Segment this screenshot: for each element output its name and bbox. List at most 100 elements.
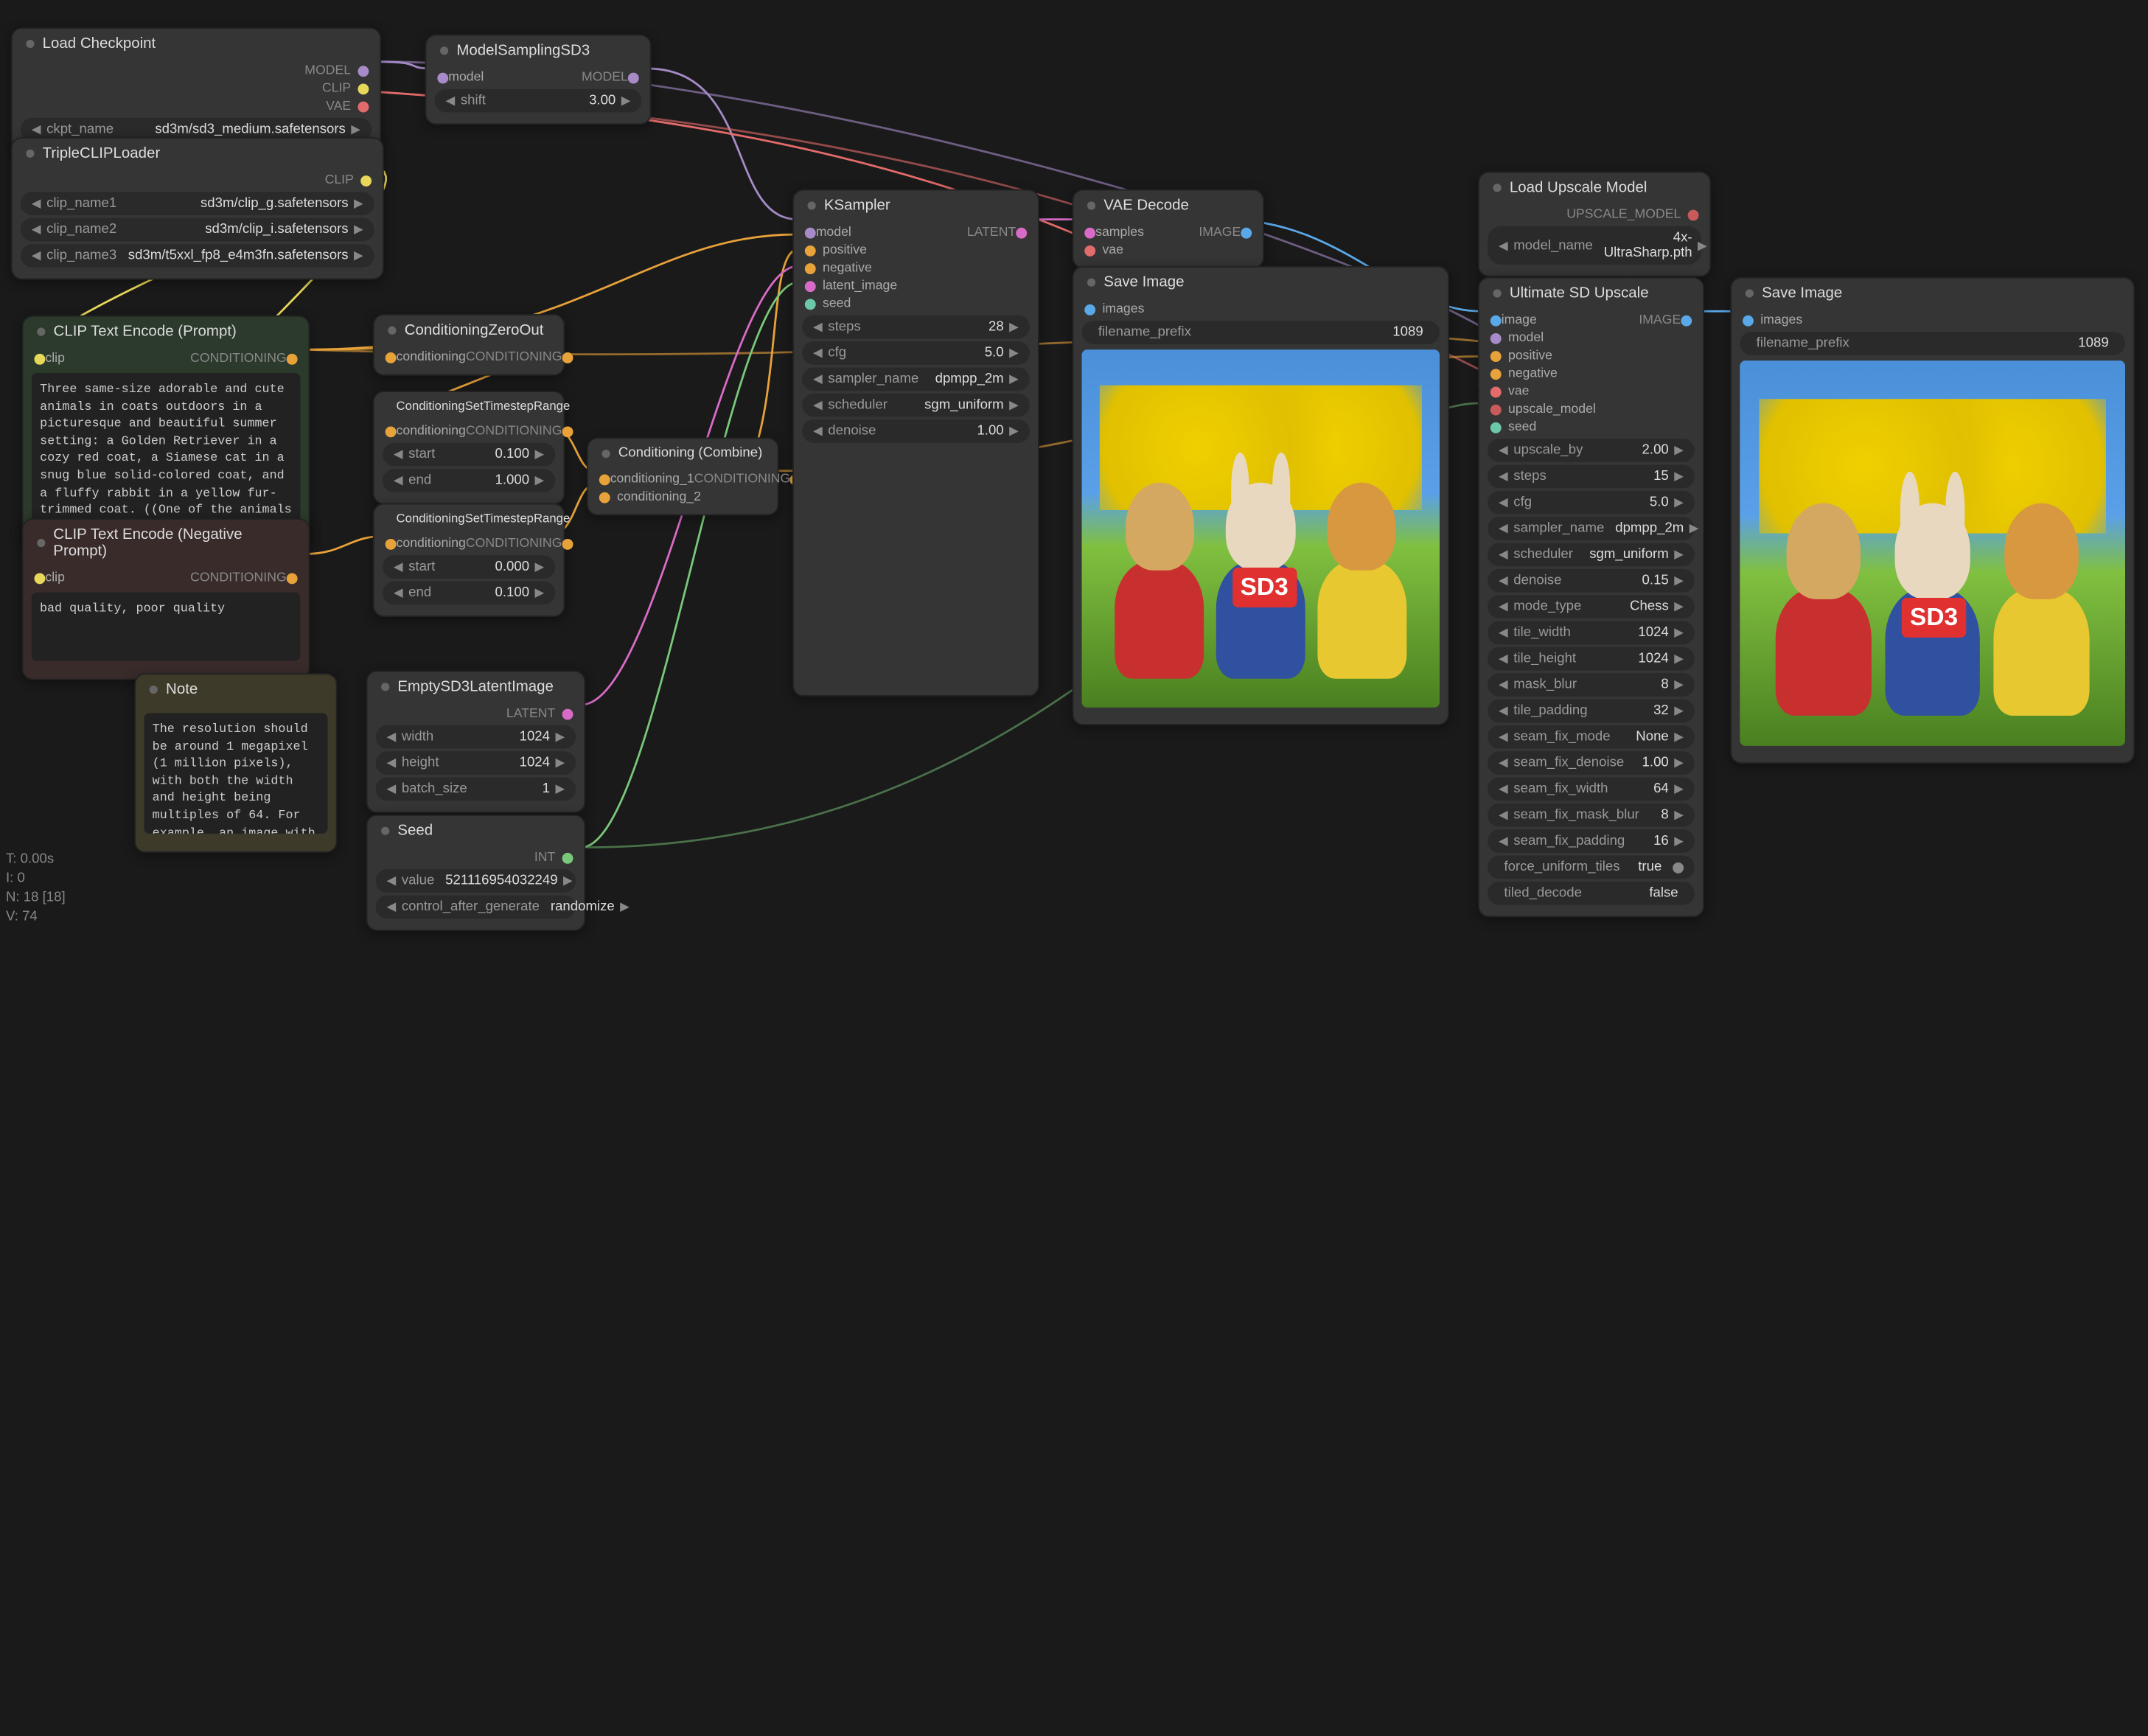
widget-seam-fix-denoise[interactable]: ◀seam_fix_denoise1.00▶ (1488, 751, 1695, 775)
negative-prompt-textarea[interactable] (32, 593, 301, 661)
node-clip-text-encode-negative[interactable]: CLIP Text Encode (Negative Prompt) clipC… (22, 518, 310, 680)
note-textarea[interactable] (144, 713, 327, 833)
toggle-icon[interactable] (1673, 862, 1684, 873)
collapse-icon[interactable] (37, 328, 45, 336)
input-vae[interactable]: vae (1479, 383, 1703, 400)
node-load-checkpoint[interactable]: Load Checkpoint MODEL CLIP VAE ◀ckpt_nam… (11, 27, 381, 153)
collapse-icon[interactable] (808, 201, 816, 209)
widget-clip3[interactable]: ◀clip_name3sd3m/t5xxl_fp8_e4m3fn.safeten… (21, 244, 374, 268)
io-clip-cond[interactable]: clipCONDITIONING (24, 569, 309, 587)
widget-value[interactable]: ◀value521116954032249▶ (376, 869, 576, 893)
collapse-icon[interactable] (1493, 184, 1502, 192)
input-model[interactable]: model (1479, 329, 1703, 346)
widget-model-name[interactable]: ◀model_name4x-UltraSharp.pth▶ (1488, 226, 1701, 265)
node-load-upscale-model[interactable]: Load Upscale Model UPSCALE_MODEL ◀model_… (1478, 172, 1711, 277)
widget-height[interactable]: ◀height1024▶ (376, 751, 576, 775)
widget-end[interactable]: ◀end0.100▶ (383, 582, 555, 605)
widget-seam-fix-padding[interactable]: ◀seam_fix_padding16▶ (1488, 829, 1695, 853)
input-seed[interactable]: seed (794, 295, 1038, 313)
widget-sampler[interactable]: ◀sampler_namedpmpp_2m▶ (1488, 517, 1695, 540)
collapse-icon[interactable] (440, 46, 448, 55)
widget-tile-padding[interactable]: ◀tile_padding32▶ (1488, 700, 1695, 723)
widget-width[interactable]: ◀width1024▶ (376, 725, 576, 749)
node-header[interactable]: ModelSamplingSD3 (426, 35, 649, 66)
chevron-right-icon[interactable]: ▶ (351, 122, 360, 137)
widget-upscale-by[interactable]: ◀upscale_by2.00▶ (1488, 439, 1695, 462)
io-c2[interactable]: conditioning_2 (588, 488, 778, 506)
node-conditioning-timestep-2[interactable]: ConditioningSetTimestepRange conditionin… (373, 503, 565, 617)
node-header[interactable]: Ultimate SD Upscale (1479, 279, 1703, 309)
node-header[interactable]: EmptySD3LatentImage (367, 672, 584, 702)
node-empty-sd3-latent[interactable]: EmptySD3LatentImage LATENT ◀width1024▶ ◀… (366, 671, 586, 813)
node-header[interactable]: Load Checkpoint (13, 29, 380, 59)
node-header[interactable]: Seed (367, 816, 584, 846)
node-header[interactable]: VAE Decode (1073, 191, 1263, 221)
widget-seam-fix-width[interactable]: ◀seam_fix_width64▶ (1488, 778, 1695, 801)
output-upscale-model[interactable]: UPSCALE_MODEL (1479, 206, 1709, 223)
collapse-icon[interactable] (388, 327, 396, 335)
widget-steps[interactable]: ◀steps15▶ (1488, 465, 1695, 489)
widget-clip1[interactable]: ◀clip_name1sd3m/clip_g.safetensors▶ (21, 192, 374, 215)
output-clip[interactable]: CLIP (13, 172, 383, 189)
node-model-sampling-sd3[interactable]: ModelSamplingSD3 modelMODEL ◀shift3.00▶ (425, 35, 652, 125)
node-header[interactable]: ConditioningSetTimestepRange (374, 504, 564, 531)
io-conditioning[interactable]: conditioningCONDITIONING (374, 534, 564, 552)
node-header[interactable]: CLIP Text Encode (Prompt) (24, 317, 309, 347)
node-header[interactable]: TripleCLIPLoader (13, 139, 383, 169)
node-triple-clip-loader[interactable]: TripleCLIPLoader CLIP ◀clip_name1sd3m/cl… (11, 137, 384, 279)
collapse-icon[interactable] (1087, 201, 1095, 209)
input-positive[interactable]: positive (794, 241, 1038, 259)
node-ultimate-sd-upscale[interactable]: Ultimate SD Upscale imageIMAGE model pos… (1478, 277, 1704, 918)
input-upscale-model[interactable]: upscale_model (1479, 400, 1703, 418)
node-save-image-2[interactable]: Save Image images filename_prefix1089 SD… (1730, 277, 2135, 764)
widget-ctrl[interactable]: ◀control_after_generaterandomize▶ (376, 896, 576, 919)
widget-tiled-decode[interactable]: tiled_decodefalse (1488, 882, 1695, 905)
output-clip[interactable]: CLIP (13, 80, 380, 97)
prompt-textarea[interactable] (32, 373, 301, 528)
io-clip-cond[interactable]: clipCONDITIONING (24, 349, 309, 367)
node-header[interactable]: ConditioningSetTimestepRange (374, 392, 564, 419)
widget-shift[interactable]: ◀shift3.00▶ (435, 89, 642, 113)
widget-denoise[interactable]: ◀denoise0.15▶ (1488, 569, 1695, 593)
io-model[interactable]: modelMODEL (426, 69, 649, 86)
collapse-icon[interactable] (602, 449, 610, 457)
widget-mask-blur[interactable]: ◀mask_blur8▶ (1488, 673, 1695, 697)
output-latent[interactable]: LATENT (367, 705, 584, 722)
node-conditioning-timestep-1[interactable]: ConditioningSetTimestepRange conditionin… (373, 391, 565, 504)
widget-prefix[interactable]: filename_prefix1089 (1082, 321, 1440, 344)
widget-cfg[interactable]: ◀cfg5.0▶ (802, 341, 1030, 365)
collapse-icon[interactable] (150, 686, 158, 694)
widget-sampler[interactable]: ◀sampler_namedpmpp_2m▶ (802, 367, 1030, 391)
node-header[interactable]: Note (136, 674, 336, 705)
node-ksampler[interactable]: KSampler modelLATENT positive negative l… (792, 189, 1039, 697)
output-int[interactable]: INT (367, 848, 584, 866)
input-positive[interactable]: positive (1479, 347, 1703, 365)
input-images[interactable]: images (1732, 311, 2133, 329)
widget-tile-width[interactable]: ◀tile_width1024▶ (1488, 621, 1695, 645)
collapse-icon[interactable] (37, 539, 45, 547)
node-conditioning-combine[interactable]: Conditioning (Combine) conditioning_1CON… (587, 437, 778, 515)
collapse-icon[interactable] (1746, 289, 1754, 297)
io-c1[interactable]: conditioning_1CONDITIONING (588, 470, 778, 488)
widget-seam-fix-mask-blur[interactable]: ◀seam_fix_mask_blur8▶ (1488, 803, 1695, 827)
node-header[interactable]: CLIP Text Encode (Negative Prompt) (24, 520, 309, 566)
io-samples[interactable]: samplesIMAGE (1073, 223, 1263, 241)
widget-denoise[interactable]: ◀denoise1.00▶ (802, 419, 1030, 443)
node-seed[interactable]: Seed INT ◀value521116954032249▶ ◀control… (366, 815, 586, 931)
io-conditioning[interactable]: conditioningCONDITIONING (374, 348, 564, 366)
input-seed[interactable]: seed (1479, 418, 1703, 436)
collapse-icon[interactable] (381, 683, 389, 691)
node-save-image-1[interactable]: Save Image images filename_prefix1089 SD… (1073, 266, 1450, 725)
widget-start[interactable]: ◀start0.000▶ (383, 555, 555, 579)
widget-steps[interactable]: ◀steps28▶ (802, 316, 1030, 339)
node-conditioning-zero-out[interactable]: ConditioningZeroOut conditioningCONDITIO… (373, 314, 565, 376)
output-vae[interactable]: VAE (13, 97, 380, 115)
widget-end[interactable]: ◀end1.000▶ (383, 469, 555, 492)
collapse-icon[interactable] (26, 40, 34, 48)
node-header[interactable]: Save Image (1073, 268, 1448, 298)
image-preview[interactable]: SD3 (1740, 360, 2125, 746)
input-vae[interactable]: vae (1073, 241, 1263, 259)
io-conditioning[interactable]: conditioningCONDITIONING (374, 422, 564, 440)
node-vae-decode[interactable]: VAE Decode samplesIMAGE vae (1073, 189, 1264, 269)
input-images[interactable]: images (1073, 300, 1448, 318)
